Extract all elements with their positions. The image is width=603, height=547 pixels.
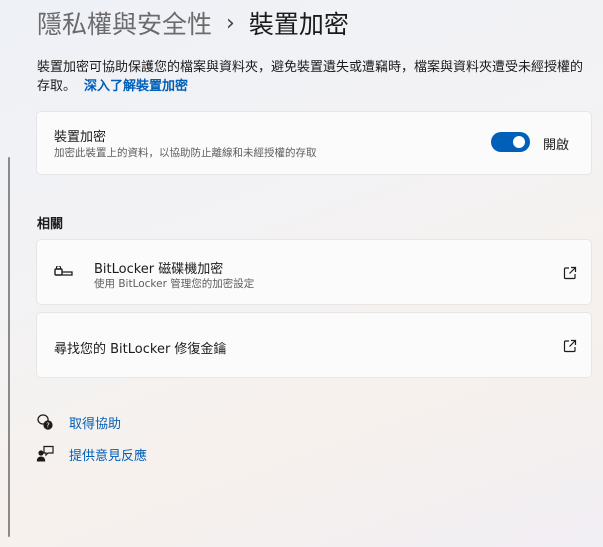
get-help-link[interactable]: ? 取得協助 (36, 411, 121, 433)
find-recovery-key-card[interactable]: 尋找您的 BitLocker 修復金鑰 (36, 312, 592, 378)
recovery-key-card-title: 尋找您的 BitLocker 修復金鑰 (54, 342, 227, 357)
svg-text:?: ? (46, 422, 50, 430)
bitlocker-card-subtitle: 使用 BitLocker 管理您的加密設定 (94, 278, 255, 290)
open-external-icon[interactable] (563, 339, 577, 353)
page-title: 裝置加密 (248, 10, 349, 39)
related-section-header: 相關 (37, 217, 64, 232)
toggle-state-label: 開啟 (543, 138, 570, 153)
bitlocker-card-title: BitLocker 磁碟機加密 (94, 262, 224, 277)
give-feedback-link[interactable]: 提供意見反應 (36, 443, 147, 465)
open-external-icon[interactable] (563, 266, 577, 280)
bitlocker-key-icon (54, 266, 73, 276)
device-encryption-card: 裝置加密 加密此裝置上的資料，以協助防止離線和未經授權的存取 開啟 (36, 111, 592, 175)
give-feedback-label: 提供意見反應 (69, 448, 148, 464)
feedback-icon (36, 445, 54, 462)
device-encryption-title: 裝置加密 (54, 130, 107, 145)
breadcrumb-parent[interactable]: 隱私權與安全性 (37, 5, 212, 41)
scrollbar[interactable] (8, 157, 10, 537)
device-encryption-toggle[interactable] (491, 132, 530, 152)
learn-more-link[interactable]: 深入了解裝置加密 (84, 79, 188, 94)
page-description: 裝置加密可協助保護您的檔案與資料夾，避免裝置遺失或遭竊時，檔案與資料夾遭受未經授… (37, 58, 592, 96)
breadcrumb: 隱私權與安全性 › 裝置加密 (37, 6, 349, 40)
breadcrumb-separator: › (226, 10, 235, 36)
get-help-label: 取得協助 (69, 416, 122, 432)
help-chat-icon: ? (37, 414, 53, 430)
toggle-knob (513, 136, 525, 148)
device-encryption-subtitle: 加密此裝置上的資料，以協助防止離線和未經授權的存取 (54, 147, 317, 159)
bitlocker-drive-encryption-card[interactable]: BitLocker 磁碟機加密 使用 BitLocker 管理您的加密設定 (36, 239, 592, 305)
